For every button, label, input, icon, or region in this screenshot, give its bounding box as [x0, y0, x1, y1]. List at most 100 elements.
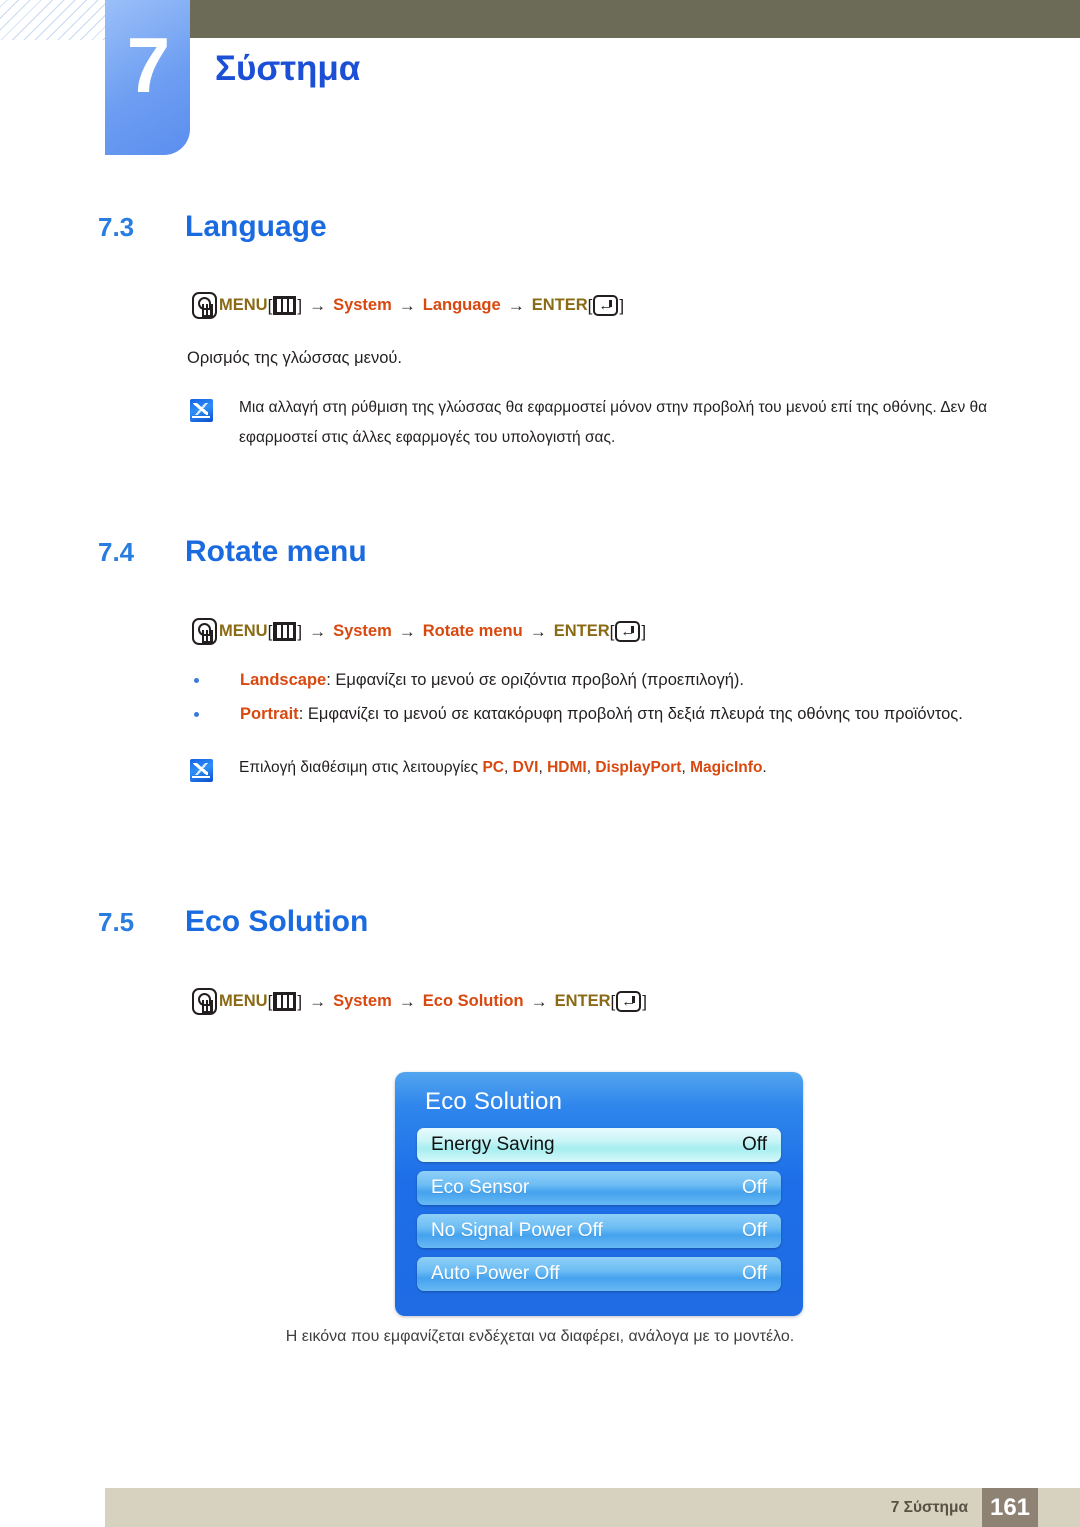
path-arrow: → — [398, 621, 416, 641]
enter-label: ENTER — [531, 296, 588, 314]
list-item: Portrait: Εμφανίζει το μενού σε κατακόρυ… — [192, 697, 992, 731]
path-arrow: → — [309, 621, 327, 641]
option-desc: : Εμφανίζει το μενού σε κατακόρυφη προβο… — [298, 705, 963, 723]
enter-key-icon — [616, 991, 642, 1012]
osd-eco-solution-panel: Eco Solution Energy Saving Off Eco Senso… — [395, 1072, 803, 1316]
section-title: Eco Solution — [185, 905, 369, 938]
menu-step-language: Language — [422, 296, 501, 314]
section-eco-solution: 7.5 Eco Solution MENU [ ] → System → Eco… — [0, 905, 1080, 1015]
bracket-close: ] — [297, 621, 303, 641]
osd-row-value: Off — [742, 1263, 767, 1284]
menu-path-rotate-menu: MENU [ ] → System → Rotate menu → ENTER … — [192, 618, 1080, 645]
osd-caption: Η εικόνα που εμφανίζεται ενδέχεται να δι… — [285, 1328, 795, 1345]
section-heading: 7.5 Eco Solution — [0, 905, 1080, 939]
section-rotate-menu: 7.4 Rotate menu MENU [ ] → System → Rota… — [0, 535, 1080, 783]
osd-menu-list: Energy Saving Off Eco Sensor Off No Sign… — [395, 1116, 803, 1291]
bracket-open: [ — [267, 295, 273, 315]
path-arrow: → — [398, 295, 416, 315]
osd-row-energy-saving[interactable]: Energy Saving Off — [417, 1128, 781, 1162]
corner-hatch-decoration — [0, 0, 108, 40]
footer-chapter-label: 7 Σύστημα — [890, 1499, 968, 1516]
section-number: 7.4 — [98, 537, 135, 567]
osd-row-eco-sensor[interactable]: Eco Sensor Off — [417, 1171, 781, 1205]
osd-title: Eco Solution — [425, 1088, 563, 1115]
osd-row-label: Eco Sensor — [431, 1177, 530, 1198]
note-suffix: . — [762, 759, 767, 776]
bracket-open: [ — [587, 295, 593, 315]
menu-button-icon — [192, 988, 217, 1015]
path-arrow: → — [398, 991, 416, 1011]
chapter-title: Σύστημα — [215, 49, 361, 88]
menu-step-rotate-menu: Rotate menu — [422, 622, 523, 640]
menu-label: MENU — [219, 622, 268, 640]
enter-key-icon — [593, 295, 619, 316]
mode-pc: PC — [482, 759, 504, 776]
path-arrow: → — [530, 991, 548, 1011]
bracket-open: [ — [267, 621, 273, 641]
osd-row-value: Off — [742, 1177, 767, 1198]
language-note: Μια αλλαγή στη ρύθμιση της γλώσσας θα εφ… — [190, 393, 990, 453]
osd-row-value: Off — [742, 1134, 767, 1155]
section-title: Language — [185, 210, 327, 243]
menu-path-eco-solution: MENU [ ] → System → Eco Solution → ENTER… — [192, 988, 1080, 1015]
osd-row-label: Auto Power Off — [431, 1263, 560, 1284]
option-term-portrait: Portrait — [240, 705, 299, 723]
bracket-open: [ — [267, 991, 273, 1011]
section-heading: 7.4 Rotate menu — [0, 535, 1080, 569]
note-pen-icon — [190, 399, 213, 422]
path-arrow: → — [529, 621, 547, 641]
mode-magicinfo: MagicInfo — [690, 759, 763, 776]
footer-page-number: 161 — [982, 1488, 1038, 1527]
menu-step-system: System — [333, 296, 392, 314]
language-description: Ορισμός της γλώσσας μενού. — [187, 349, 402, 367]
bracket-close: ] — [641, 621, 647, 641]
note-pen-icon — [190, 759, 213, 782]
bracket-close: ] — [642, 991, 647, 1011]
list-item: Landscape: Εμφανίζει το μενού σε οριζόντ… — [192, 663, 992, 697]
bracket-close: ] — [297, 991, 303, 1011]
option-desc: : Εμφανίζει το μενού σε οριζόντια προβολ… — [326, 671, 744, 689]
menu-path-language: MENU [ ] → System → Language → ENTER [ ] — [192, 292, 1080, 319]
path-arrow: → — [507, 295, 525, 315]
path-arrow: → — [309, 991, 327, 1011]
section-number: 7.3 — [98, 212, 135, 242]
header-bar — [190, 0, 1080, 38]
rotate-menu-note: Επιλογή διαθέσιμη στις λειτουργίες PC, D… — [190, 753, 990, 783]
menu-step-system: System — [333, 992, 392, 1010]
note-prefix: Επιλογή διαθέσιμη στις λειτουργίες — [239, 759, 483, 776]
rotate-menu-options: Landscape: Εμφανίζει το μενού σε οριζόντ… — [192, 663, 992, 731]
section-title: Rotate menu — [185, 535, 367, 568]
menu-label: MENU — [219, 992, 268, 1010]
bracket-close: ] — [297, 295, 303, 315]
menu-label: MENU — [219, 296, 268, 314]
section-number: 7.5 — [98, 907, 135, 937]
three-bars-icon — [273, 622, 297, 641]
enter-label: ENTER — [553, 622, 610, 640]
bracket-close: ] — [619, 295, 625, 315]
note-text: Επιλογή διαθέσιμη στις λειτουργίες PC, D… — [239, 759, 767, 776]
bracket-open: [ — [609, 621, 615, 641]
osd-row-label: No Signal Power Off — [431, 1220, 603, 1241]
osd-row-value: Off — [742, 1220, 767, 1241]
mode-hdmi: HDMI — [547, 759, 587, 776]
osd-row-label: Energy Saving — [431, 1134, 555, 1155]
mode-displayport: DisplayPort — [595, 759, 682, 776]
three-bars-icon — [273, 992, 297, 1011]
path-arrow: → — [309, 295, 327, 315]
enter-key-icon — [615, 621, 641, 642]
osd-row-no-signal-power-off[interactable]: No Signal Power Off Off — [417, 1214, 781, 1248]
menu-step-eco-solution: Eco Solution — [422, 992, 524, 1010]
three-bars-icon — [273, 296, 297, 315]
osd-row-auto-power-off[interactable]: Auto Power Off Off — [417, 1257, 781, 1291]
bracket-open: [ — [610, 991, 616, 1011]
note-text: Μια αλλαγή στη ρύθμιση της γλώσσας θα εφ… — [239, 399, 988, 446]
menu-button-icon — [192, 292, 217, 319]
option-term-landscape: Landscape — [240, 671, 327, 689]
chapter-number-badge: 7 — [105, 0, 190, 155]
enter-label: ENTER — [554, 992, 611, 1010]
menu-step-system: System — [333, 622, 392, 640]
section-language: 7.3 Language MENU [ ] → System → Languag… — [0, 210, 1080, 453]
menu-button-icon — [192, 618, 217, 645]
section-heading: 7.3 Language — [0, 210, 1080, 244]
mode-dvi: DVI — [512, 759, 539, 776]
